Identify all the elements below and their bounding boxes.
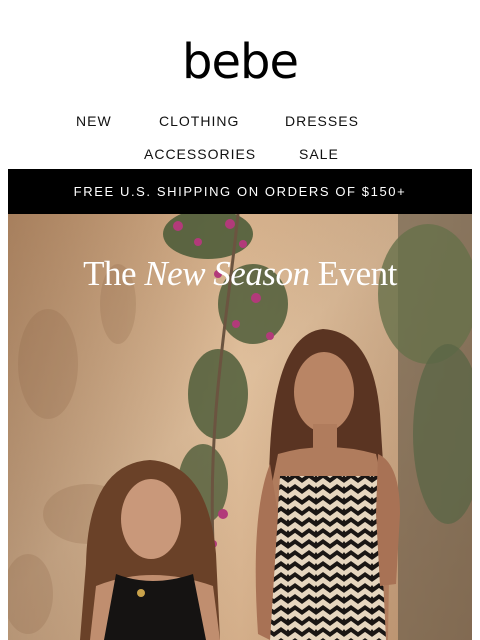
shipping-promo-bar[interactable]: FREE U.S. SHIPPING ON ORDERS OF $150+ [8,169,472,214]
hero-title-italic: New Season [144,254,310,293]
hero-title: The New Season Event [8,254,472,294]
nav-item-dresses[interactable]: DRESSES [285,113,359,129]
nav-item-new[interactable]: NEW [76,113,112,129]
nav-row-1: NEW CLOTHING DRESSES [0,113,480,133]
brand-logo: bebe [182,34,299,90]
shipping-promo-text: FREE U.S. SHIPPING ON ORDERS OF $150+ [73,184,407,199]
hero-banner[interactable]: The New Season Event [8,214,472,640]
nav-item-accessories[interactable]: ACCESSORIES [144,146,256,162]
hero-title-part2: Event [309,254,398,293]
nav-item-sale[interactable]: SALE [299,146,339,162]
nav-item-clothing[interactable]: CLOTHING [159,113,239,129]
brand-logo-link[interactable]: bebe [0,38,480,86]
hero-title-part1: The [83,254,145,293]
nav-row-2: ACCESSORIES SALE [0,146,480,166]
